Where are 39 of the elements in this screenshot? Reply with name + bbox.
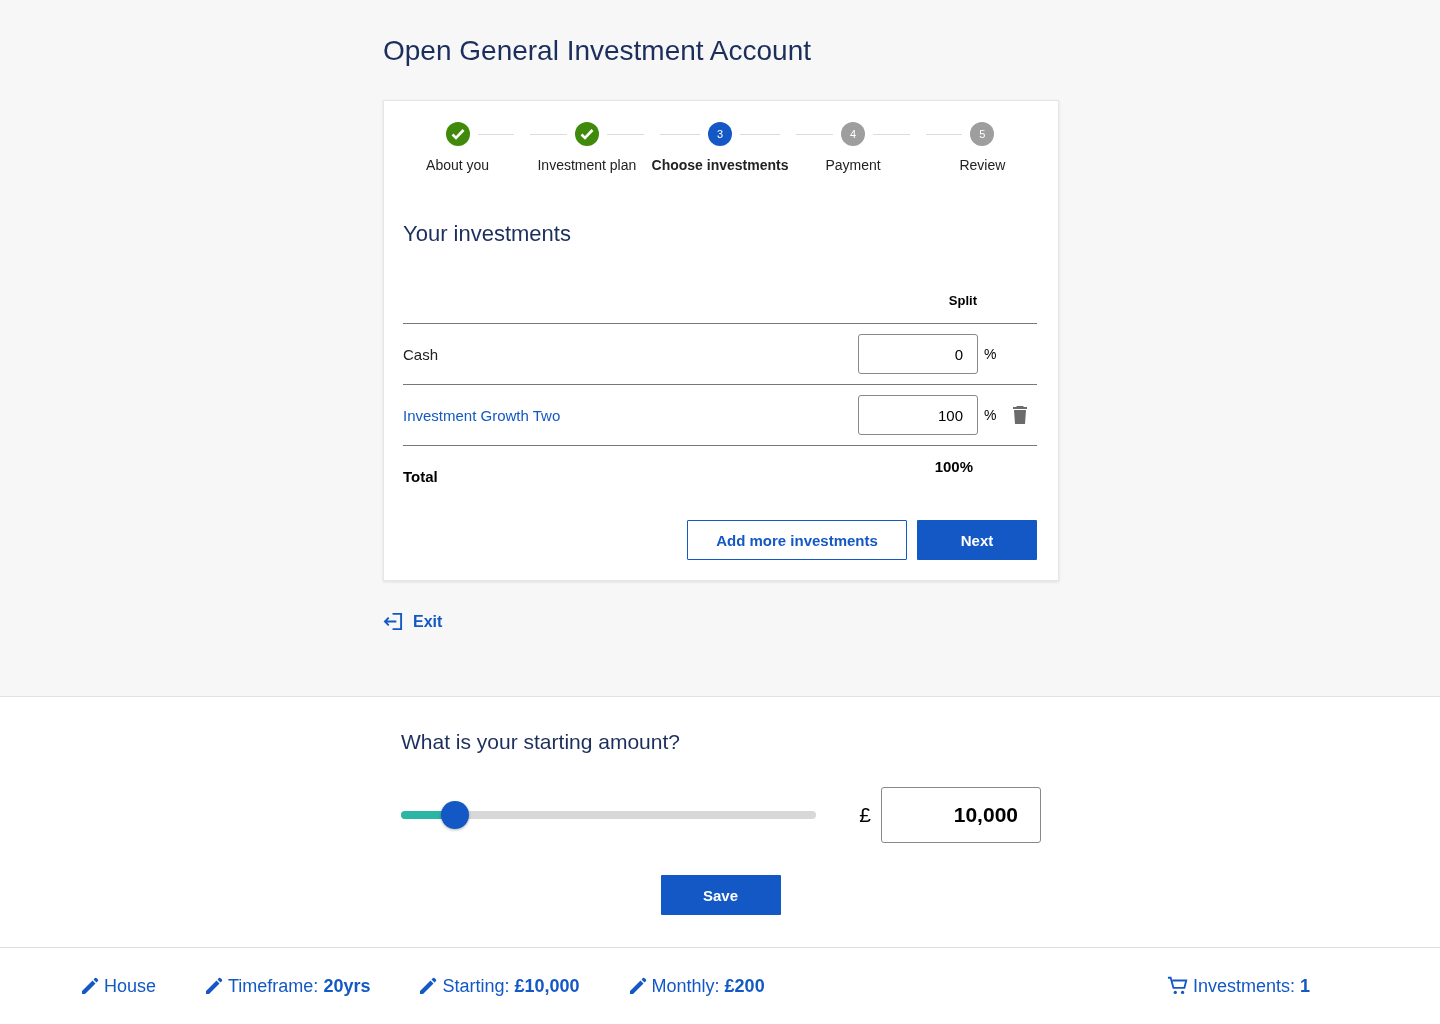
step-label: Choose investments [651, 157, 789, 173]
percent-sign: % [983, 407, 998, 423]
step-label: Investment plan [537, 157, 637, 173]
section-title: Your investments [403, 221, 572, 247]
step-label: Payment [825, 157, 881, 173]
investment-name: Cash [403, 345, 440, 363]
exit-link[interactable]: Exit [413, 612, 443, 631]
total-label: Total [403, 468, 439, 487]
pencil-icon [204, 976, 225, 996]
edit-link[interactable]: Timeframe: 20yrs [204, 975, 371, 997]
cart-icon [1166, 975, 1189, 997]
edit-link[interactable]: Monthly: £200 [627, 975, 765, 997]
investment-link[interactable]: Investment Growth Two [403, 406, 858, 424]
page-title: Open General Investment Account [383, 34, 813, 68]
pencil-icon [80, 976, 100, 996]
percent-sign: % [983, 346, 998, 362]
currency-symbol: £ [859, 803, 871, 827]
cart-link[interactable]: Investments: 1 [1166, 975, 1310, 997]
pencil-icon [418, 976, 439, 996]
pencil-icon [627, 976, 648, 996]
next-button[interactable]: Next [917, 520, 1037, 560]
step-number: 4 [841, 122, 866, 146]
save-button[interactable]: Save [660, 875, 781, 915]
amount-input[interactable]: 10,000 [881, 787, 1041, 843]
step-label: Review [959, 157, 1006, 173]
total-value: 100% [934, 458, 973, 477]
edit-link[interactable]: Starting: £10,000 [418, 975, 580, 997]
add-investments-button[interactable]: Add more investments [687, 520, 907, 560]
slider-thumb[interactable] [441, 801, 469, 829]
exit-icon[interactable] [383, 612, 404, 631]
step-number: 5 [970, 122, 995, 146]
question-title: What is your starting amount? [401, 729, 681, 754]
step-number: 3 [708, 122, 732, 146]
trash-icon[interactable] [1012, 406, 1027, 424]
split-input[interactable]: 0 [858, 334, 978, 374]
column-header: Split [948, 293, 977, 308]
edit-link[interactable]: House [80, 975, 157, 997]
step-label: About you [426, 157, 490, 173]
split-input[interactable]: 100 [858, 395, 978, 435]
